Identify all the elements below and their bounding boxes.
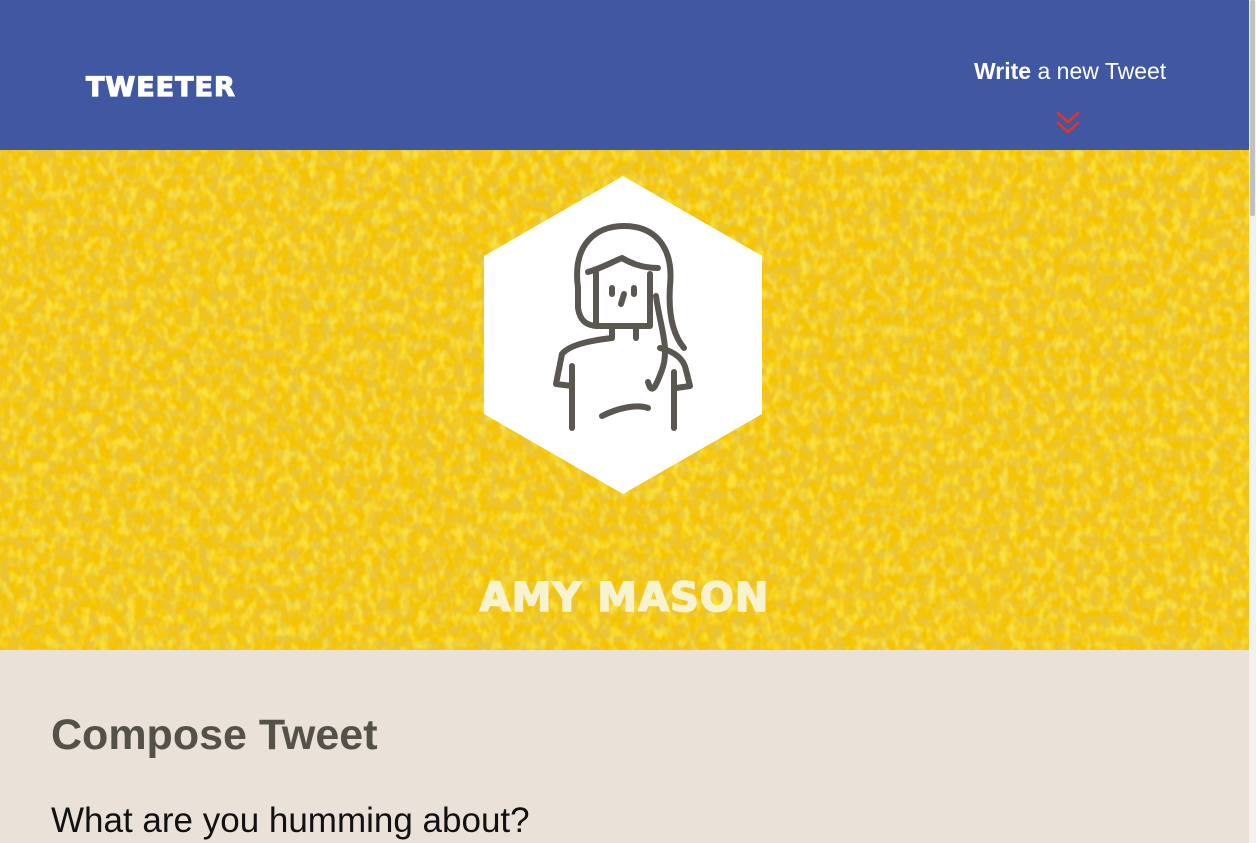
page: Tweeter Write a new Tweet [0,0,1256,843]
compose-title: Compose Tweet [51,711,378,759]
brand-logo[interactable]: Tweeter [85,73,236,101]
profile-user-name: Amy Mason [479,575,770,621]
write-new-tweet-link[interactable]: Write a new Tweet [974,58,1167,84]
profile-header: Amy Mason [0,150,1249,650]
compose-prompt-label: What are you humming about? [51,801,530,840]
scrollbar-thumb[interactable] [1250,0,1255,216]
write-label-bold: Write [974,58,1032,84]
compose-tweet-section: Compose Tweet What are you humming about… [0,650,1249,843]
female-user-avatar-icon [484,176,762,494]
write-label-rest: a new Tweet [1031,58,1167,84]
top-nav: Tweeter Write a new Tweet [0,0,1249,150]
double-chevron-down-icon[interactable] [1055,110,1081,138]
